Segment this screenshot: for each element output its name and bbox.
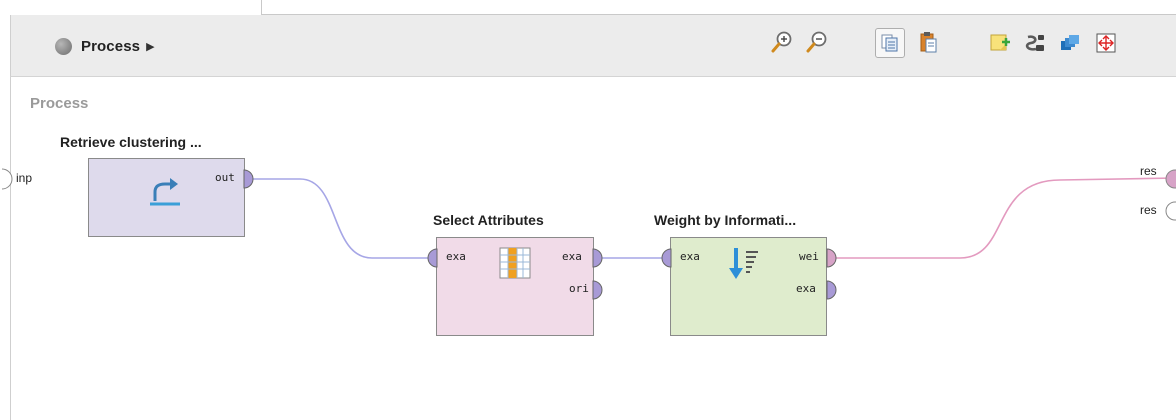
select-attributes-input-port-label: exa	[446, 250, 466, 263]
select-attributes-input-port[interactable]	[424, 248, 438, 268]
weight-output-port-label-1: wei	[799, 250, 819, 263]
weight-input-port[interactable]	[658, 248, 672, 268]
select-attributes-output-port-1[interactable]	[592, 248, 606, 268]
weight-output-port-1[interactable]	[826, 248, 840, 268]
process-input-port[interactable]	[0, 168, 14, 190]
select-attributes-output-port-label-2: ori	[569, 282, 589, 295]
operator-retrieve-title[interactable]: Retrieve clustering ...	[60, 134, 202, 150]
select-attributes-output-port-2[interactable]	[592, 280, 606, 300]
wire-retrieve-to-select	[252, 178, 430, 259]
retrieve-output-port-label: out	[215, 171, 235, 184]
weight-output-port-label-2: exa	[796, 282, 816, 295]
wire-weight-to-result	[833, 177, 1176, 259]
weight-input-port-label: exa	[680, 250, 700, 263]
retrieve-output-port[interactable]	[243, 169, 257, 189]
process-output-port-label-2: res	[1140, 203, 1157, 217]
select-attributes-output-port-label-1: exa	[562, 250, 582, 263]
operator-select-attributes-title[interactable]: Select Attributes	[433, 212, 544, 228]
retrieve-icon	[150, 178, 180, 206]
weight-output-port-2[interactable]	[826, 280, 840, 300]
process-output-port-2[interactable]	[1164, 200, 1176, 222]
weight-sort-icon	[729, 248, 758, 279]
select-attributes-icon	[499, 247, 531, 279]
operator-weight-title[interactable]: Weight by Informati...	[654, 212, 796, 228]
process-output-port-1[interactable]	[1164, 168, 1176, 190]
process-input-port-label: inp	[16, 171, 33, 185]
process-output-port-label-1: res	[1140, 164, 1157, 178]
